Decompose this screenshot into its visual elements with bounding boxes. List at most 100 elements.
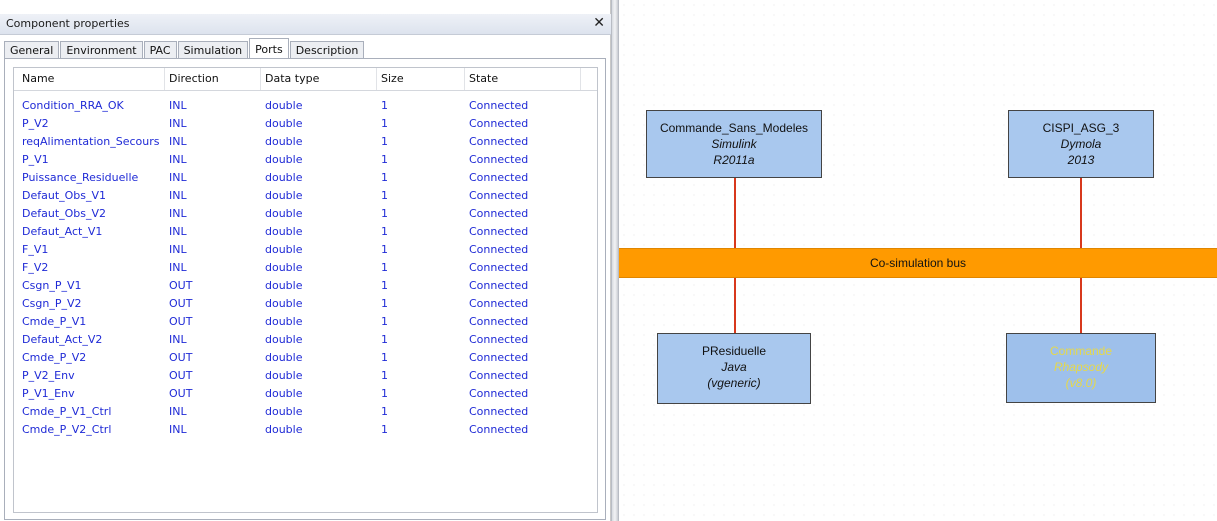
connector-wire	[1080, 278, 1082, 334]
port-state: Connected	[469, 99, 529, 112]
table-row[interactable]: F_V1 INL double 1 Connected	[14, 241, 597, 259]
port-size: 1	[381, 315, 388, 328]
component-name: PResiduelle	[701, 344, 767, 358]
port-state: Connected	[469, 405, 529, 418]
port-direction: INL	[169, 153, 187, 166]
port-state: Connected	[469, 153, 529, 166]
port-direction: OUT	[169, 315, 193, 328]
port-size: 1	[381, 243, 388, 256]
table-row[interactable]: P_V2_Env OUT double 1 Connected	[14, 367, 597, 385]
column-header-name[interactable]: Name	[18, 68, 165, 90]
tab-bar: General Environment PAC Simulation Ports…	[4, 37, 365, 60]
port-data-type: double	[265, 99, 303, 112]
component-commande-rhapsody[interactable]: Commande Rhapsody (v8.0)	[1006, 333, 1156, 403]
port-data-type: double	[265, 333, 303, 346]
port-state: Connected	[469, 333, 529, 346]
column-header-direction[interactable]: Direction	[165, 68, 261, 90]
port-state: Connected	[469, 117, 529, 130]
table-row[interactable]: Condition_RRA_OK INL double 1 Connected	[14, 97, 597, 115]
column-header-data-type[interactable]: Data type	[261, 68, 377, 90]
port-data-type: double	[265, 315, 303, 328]
port-state: Connected	[469, 297, 529, 310]
port-data-type: double	[265, 225, 303, 238]
table-header: Name Direction Data type Size State	[14, 68, 597, 91]
port-name: Defaut_Obs_V1	[22, 189, 107, 202]
table-row[interactable]: Cmde_P_V1_Ctrl INL double 1 Connected	[14, 403, 597, 421]
table-row[interactable]: Cmde_P_V1 OUT double 1 Connected	[14, 313, 597, 331]
table-row[interactable]: reqAlimentation_Secours INL double 1 Connect…	[14, 133, 597, 151]
port-size: 1	[381, 135, 388, 148]
port-size: 1	[381, 99, 388, 112]
table-row[interactable]: Defaut_Act_V1 INL double 1 Connected	[14, 223, 597, 241]
port-name: Cmde_P_V1	[22, 315, 87, 328]
component-name: CISPI_ASG_3	[1042, 121, 1120, 135]
port-size: 1	[381, 261, 388, 274]
tab-pac[interactable]: PAC	[143, 41, 177, 59]
component-cispi-asg-3[interactable]: CISPI_ASG_3 Dymola 2013	[1008, 110, 1154, 178]
table-row[interactable]: Cmde_P_V2_Ctrl INL double 1 Connected	[14, 421, 597, 439]
splitter-handle[interactable]	[611, 0, 619, 521]
port-data-type: double	[265, 351, 303, 364]
port-state: Connected	[469, 279, 529, 292]
port-direction: INL	[169, 225, 187, 238]
component-tool: Rhapsody	[1053, 360, 1109, 374]
component-presiduelle[interactable]: PResiduelle Java (vgeneric)	[657, 333, 811, 404]
table-row[interactable]: Cmde_P_V2 OUT double 1 Connected	[14, 349, 597, 367]
table-row[interactable]: Defaut_Act_V2 INL double 1 Connected	[14, 331, 597, 349]
component-version: 2013	[1067, 153, 1095, 167]
port-state: Connected	[469, 135, 529, 148]
connector-wire	[1080, 177, 1082, 248]
co-simulation-bus[interactable]: Co-simulation bus	[619, 248, 1217, 278]
port-state: Connected	[469, 189, 529, 202]
table-row[interactable]: Defaut_Obs_V1 INL double 1 Connected	[14, 187, 597, 205]
port-size: 1	[381, 207, 388, 220]
table-row[interactable]: Csgn_P_V2 OUT double 1 Connected	[14, 295, 597, 313]
table-row[interactable]: Defaut_Obs_V2 INL double 1 Connected	[14, 205, 597, 223]
tab-environment[interactable]: Environment	[60, 41, 143, 59]
table-row[interactable]: P_V2 INL double 1 Connected	[14, 115, 597, 133]
column-header-size[interactable]: Size	[377, 68, 465, 90]
port-data-type: double	[265, 387, 303, 400]
diagram-canvas[interactable]: Co-simulation bus Commande_Sans_Modeles …	[619, 0, 1217, 521]
port-direction: OUT	[169, 279, 193, 292]
column-header-state[interactable]: State	[465, 68, 581, 90]
tab-ports[interactable]: Ports	[249, 38, 289, 60]
table-row[interactable]: F_V2 INL double 1 Connected	[14, 259, 597, 277]
port-size: 1	[381, 333, 388, 346]
component-commande-sans-modeles[interactable]: Commande_Sans_Modeles Simulink R2011a	[646, 110, 822, 178]
port-name: P_V2	[22, 117, 49, 130]
port-name: Defaut_Obs_V2	[22, 207, 107, 220]
port-direction: INL	[169, 99, 187, 112]
port-data-type: double	[265, 279, 303, 292]
port-data-type: double	[265, 405, 303, 418]
port-name: Defaut_Act_V1	[22, 225, 103, 238]
port-direction: OUT	[169, 351, 193, 364]
tab-content: Name Direction Data type Size State Cond…	[4, 58, 606, 520]
table-row[interactable]: P_V1_Env OUT double 1 Connected	[14, 385, 597, 403]
port-state: Connected	[469, 423, 529, 436]
port-data-type: double	[265, 207, 303, 220]
port-direction: INL	[169, 189, 187, 202]
port-name: F_V1	[22, 243, 49, 256]
port-data-type: double	[265, 153, 303, 166]
port-size: 1	[381, 423, 388, 436]
port-size: 1	[381, 189, 388, 202]
port-state: Connected	[469, 369, 529, 382]
port-state: Connected	[469, 387, 529, 400]
table-row[interactable]: Csgn_P_V1 OUT double 1 Connected	[14, 277, 597, 295]
port-size: 1	[381, 171, 388, 184]
table-row[interactable]: Puissance_Residuelle INL double 1 Connected	[14, 169, 597, 187]
port-direction: OUT	[169, 297, 193, 310]
ports-table[interactable]: Name Direction Data type Size State Cond…	[13, 67, 598, 513]
close-icon[interactable]: ✕	[593, 15, 605, 31]
port-data-type: double	[265, 189, 303, 202]
port-direction: INL	[169, 261, 187, 274]
tab-description[interactable]: Description	[289, 41, 365, 59]
port-name: Defaut_Act_V2	[22, 333, 103, 346]
port-data-type: double	[265, 171, 303, 184]
tab-simulation[interactable]: Simulation	[177, 41, 249, 59]
table-row[interactable]: P_V1 INL double 1 Connected	[14, 151, 597, 169]
port-name: P_V2_Env	[22, 369, 75, 382]
tab-general[interactable]: General	[4, 41, 60, 59]
component-name: Commande_Sans_Modeles	[659, 121, 809, 135]
